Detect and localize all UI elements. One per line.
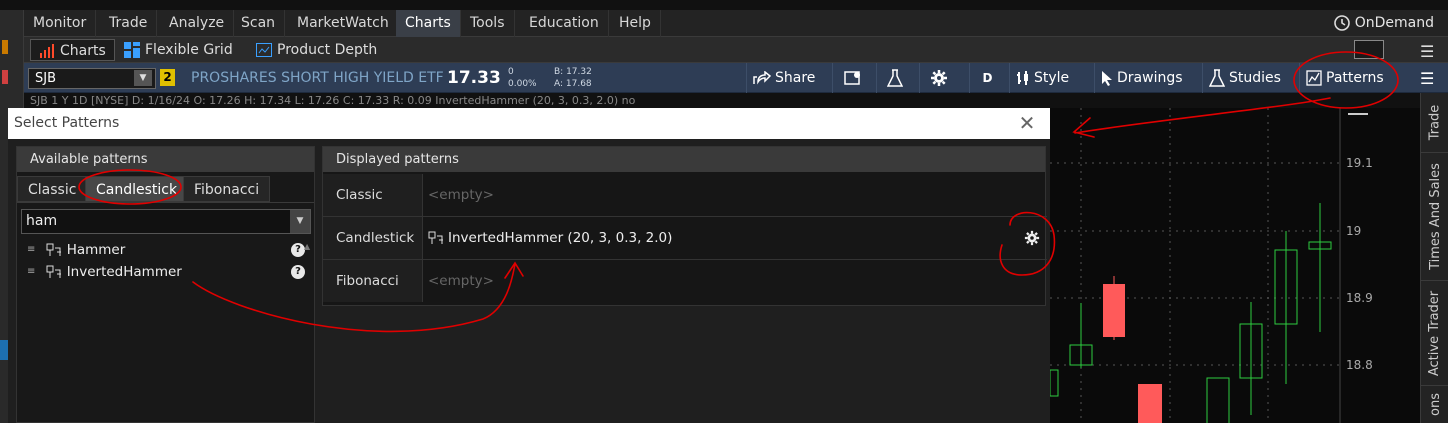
annotation-arrow-line [1074, 97, 1331, 134]
annotation-overlay [78, 51, 1399, 333]
annotation-circle [1293, 51, 1399, 109]
annotation-circle [999, 211, 1056, 276]
annotation-curve [192, 263, 516, 333]
annotation-circle [78, 169, 182, 205]
annotation-arrowhead [1072, 117, 1095, 138]
